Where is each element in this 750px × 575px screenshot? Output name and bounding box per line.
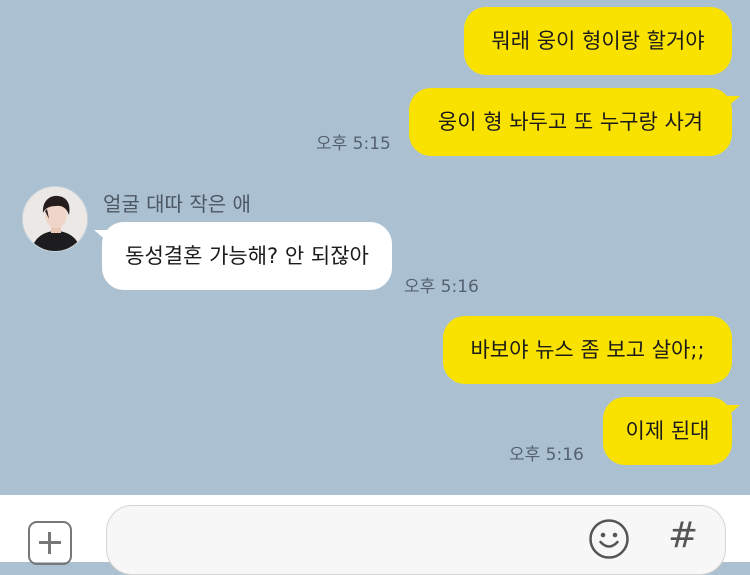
message-text: 바보야 뉴스 좀 보고 살아;; — [470, 337, 705, 362]
plus-square-icon[interactable] — [28, 521, 72, 565]
bubble-tail — [726, 405, 740, 417]
message-timestamp: 오후 5:15 — [316, 134, 391, 154]
message-text: 뭐래 웅이 형이랑 할거야 — [491, 28, 705, 53]
hash-icon[interactable]: # — [668, 518, 698, 554]
my-message-bubble[interactable]: 바보야 뉴스 좀 보고 살아;; — [443, 316, 732, 384]
message-timestamp: 오후 5:16 — [509, 445, 584, 465]
message-text: 이제 된대 — [625, 418, 710, 443]
message-input[interactable] — [106, 505, 726, 575]
message-text: 웅이 형 놔두고 또 누구랑 사겨 — [437, 109, 704, 134]
my-message-bubble[interactable]: 이제 된대 — [603, 397, 732, 465]
other-message-bubble[interactable]: 동성결혼 가능해? 안 되잖아 — [102, 222, 392, 290]
bubble-tail — [94, 230, 108, 242]
smiley-icon[interactable] — [588, 518, 630, 560]
message-text: 동성결혼 가능해? 안 되잖아 — [125, 243, 369, 268]
bubble-tail — [726, 96, 740, 108]
avatar[interactable] — [22, 186, 88, 252]
my-message-bubble[interactable]: 웅이 형 놔두고 또 누구랑 사겨 — [409, 88, 732, 156]
message-timestamp: 오후 5:16 — [404, 277, 479, 297]
sender-name: 얼굴 대따 작은 애 — [103, 192, 251, 216]
my-message-bubble[interactable]: 뭐래 웅이 형이랑 할거야 — [464, 7, 732, 75]
profile-photo-icon — [23, 187, 87, 251]
